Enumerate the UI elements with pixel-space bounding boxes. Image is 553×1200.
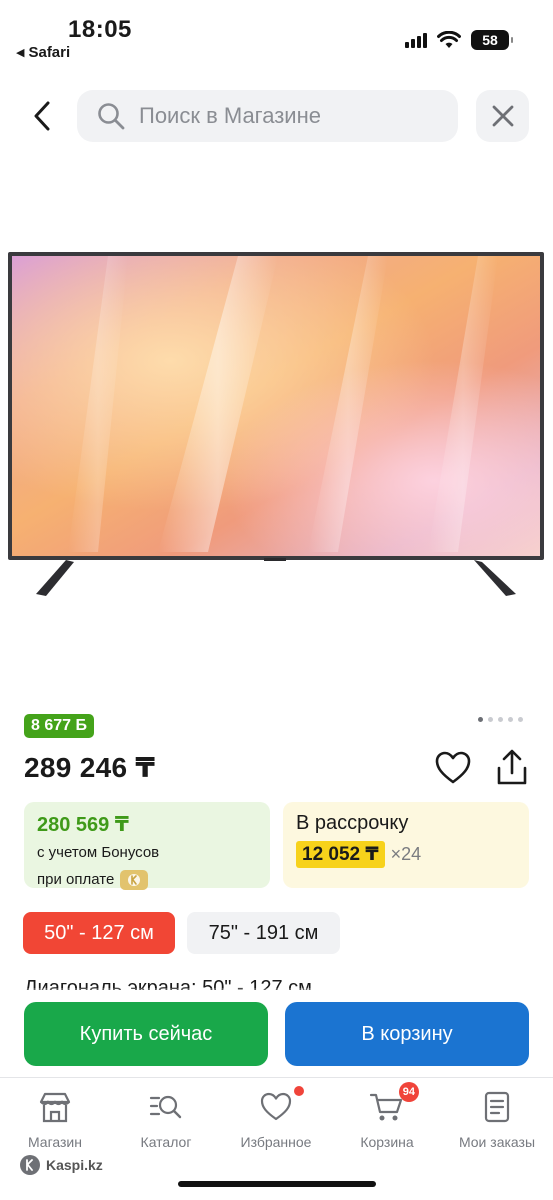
gallery-dot — [478, 717, 483, 722]
search-input[interactable]: Поиск в Магазине — [77, 90, 458, 142]
cart-icon-wrap: 94 — [369, 1082, 419, 1124]
tab-orders-label: Мои заказы — [458, 1134, 536, 1150]
product-price: 289 246 ₸ — [24, 752, 156, 783]
store-icon — [39, 1092, 71, 1123]
gallery-dot — [508, 717, 513, 722]
tab-cart-label: Корзина — [360, 1134, 414, 1150]
kaspi-brand-label: Kaspi.kz — [46, 1157, 103, 1173]
size-option-50[interactable]: 50" - 127 см — [23, 912, 175, 954]
battery-icon: 58 — [471, 30, 513, 50]
close-search-button[interactable] — [476, 90, 529, 142]
installment-monthly: 12 052 ₸ — [296, 841, 385, 868]
chevron-left-icon — [34, 101, 50, 131]
catalog-search-icon — [149, 1095, 182, 1119]
bonus-price-note-2: при оплате — [37, 869, 257, 891]
product-image-tv[interactable] — [8, 252, 544, 602]
gallery-dot — [498, 717, 503, 722]
home-indicator[interactable] — [178, 1181, 376, 1187]
tab-cart[interactable]: 94 Корзина — [337, 1082, 437, 1150]
favorites-notification-dot — [294, 1086, 304, 1096]
close-icon — [492, 105, 513, 127]
tab-store-label: Магазин — [27, 1134, 82, 1150]
orders-icon — [484, 1091, 510, 1123]
bonus-price-card[interactable]: 280 569 ₸ с учетом Бонусов при оплате — [24, 802, 270, 891]
heart-icon — [435, 751, 471, 784]
favorites-icon-wrap — [258, 1086, 304, 1124]
cart-count-badge: 94 — [398, 1082, 419, 1102]
tab-catalog-label: Каталог — [140, 1134, 192, 1150]
status-indicators: 58 — [405, 30, 513, 50]
tab-orders[interactable]: Мои заказы — [447, 1090, 547, 1150]
share-button[interactable] — [494, 748, 530, 788]
size-option-75[interactable]: 75" - 191 см — [187, 912, 340, 954]
back-to-app[interactable]: ◀ Safari — [16, 44, 70, 61]
search-icon — [98, 103, 125, 130]
tab-catalog[interactable]: Каталог — [116, 1090, 216, 1150]
status-time: 18:05 — [68, 16, 132, 43]
back-app-label: Safari — [28, 44, 71, 61]
heart-icon — [260, 1092, 292, 1121]
back-triangle-icon: ◀ — [16, 47, 25, 59]
bonus-price-note: с учетом Бонусов — [37, 844, 160, 861]
share-icon — [497, 749, 527, 785]
add-to-cart-button[interactable]: В корзину — [285, 1002, 529, 1066]
gallery-dots — [478, 717, 523, 722]
buy-now-button[interactable]: Купить сейчас — [24, 1002, 268, 1066]
status-bar: 18:05 ◀ Safari 58 — [0, 0, 553, 70]
installment-row: 12 052 ₸ ×24 — [296, 841, 516, 868]
wifi-icon — [437, 31, 461, 48]
kaspi-logo-icon — [120, 870, 149, 890]
installment-title: В рассрочку — [296, 812, 409, 834]
kaspi-brand: Kaspi.kz — [20, 1155, 103, 1175]
gallery-dot — [488, 717, 493, 722]
back-button[interactable] — [24, 94, 60, 138]
kaspi-logo-icon — [20, 1155, 40, 1175]
bonus-badge: 8 677 Б — [24, 714, 94, 738]
tab-favorites-label: Избранное — [240, 1134, 312, 1150]
installment-months: ×24 — [390, 844, 422, 864]
tab-favorites[interactable]: Избранное — [226, 1086, 326, 1150]
gallery-dot — [518, 717, 523, 722]
installment-card[interactable]: В рассрочку 12 052 ₸ ×24 — [283, 802, 529, 888]
cellular-signal-icon — [405, 32, 427, 48]
tab-store[interactable]: Магазин — [5, 1090, 105, 1150]
search-placeholder: Поиск в Магазине — [139, 103, 321, 128]
bonus-price-amount: 280 569 ₸ — [37, 814, 129, 836]
favorite-button[interactable] — [434, 750, 472, 786]
bonus-price-note-text: при оплате — [37, 871, 115, 888]
